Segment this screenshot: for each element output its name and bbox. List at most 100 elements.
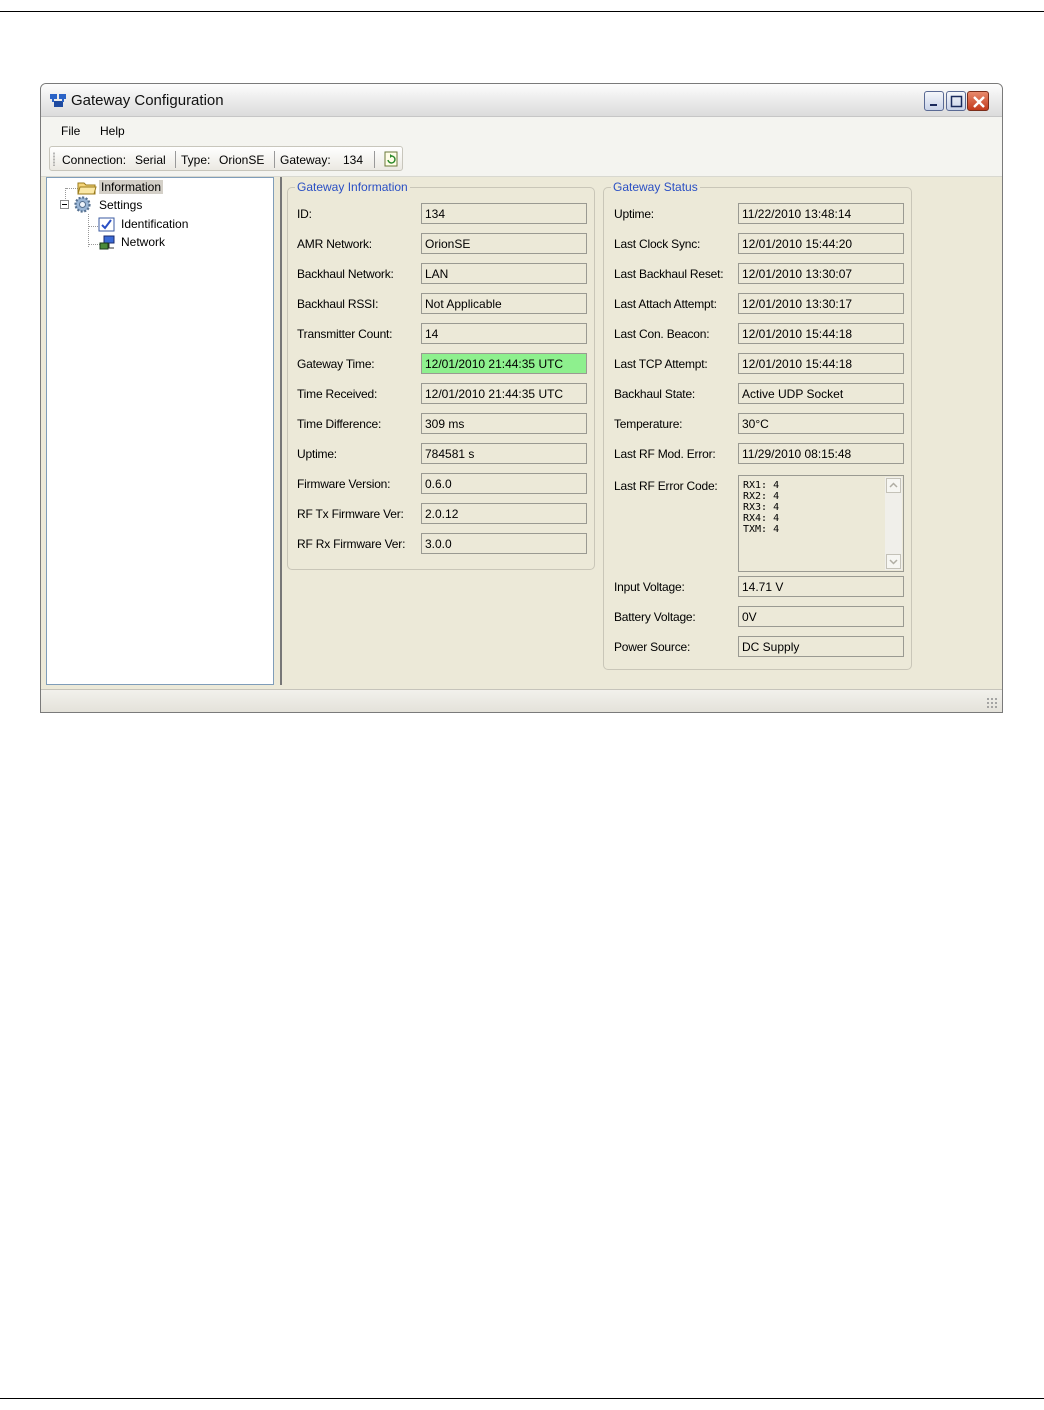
status-row-field[interactable]: 11/22/2010 13:48:14 (738, 203, 904, 224)
info-row-field[interactable]: 12/01/2010 21:44:35 UTC (421, 383, 587, 404)
close-button[interactable] (967, 91, 989, 111)
info-row-label: Backhaul RSSI: (297, 297, 379, 311)
refresh-icon[interactable] (384, 151, 399, 167)
gateway-status-title: Gateway Status (611, 180, 700, 194)
info-row-label: Firmware Version: (297, 477, 391, 491)
toolbar-separator (374, 151, 375, 168)
status-row-label: Backhaul State: (614, 387, 696, 401)
resize-grip-icon[interactable] (986, 697, 998, 709)
status-row-field[interactable]: 12/01/2010 15:44:18 (738, 323, 904, 344)
power-row-field[interactable]: 0V (738, 606, 904, 627)
gateway-information-title: Gateway Information (295, 180, 410, 194)
info-row-field[interactable]: 2.0.12 (421, 503, 587, 524)
power-row-label: Battery Voltage: (614, 610, 696, 624)
tree-item-identification-label: Identification (121, 217, 189, 231)
menu-bar: File Help (41, 117, 1002, 142)
collapse-icon[interactable] (60, 200, 70, 210)
status-row-field[interactable]: 12/01/2010 13:30:17 (738, 293, 904, 314)
page-top-rule (0, 11, 1044, 12)
info-row-label: Backhaul Network: (297, 267, 394, 281)
tree-item-information[interactable]: Information (99, 180, 164, 194)
scroll-down-button[interactable] (886, 554, 901, 569)
close-icon (973, 96, 985, 108)
title-bar[interactable]: Gateway Configuration (41, 84, 1002, 117)
tree-line (88, 214, 89, 247)
info-row-field[interactable]: 784581 s (421, 443, 587, 464)
info-row-label: ID: (297, 207, 312, 221)
info-row-label: Uptime: (297, 447, 337, 461)
status-row-label: Last Clock Sync: (614, 237, 701, 251)
status-row-label: Last Backhaul Reset: (614, 267, 724, 281)
error-code-line: TXM: 4 (743, 524, 780, 535)
tree-item-network[interactable]: Network (121, 235, 165, 249)
status-bar (41, 689, 1002, 712)
info-row-field[interactable]: 3.0.0 (421, 533, 587, 554)
tree-item-information-label: Information (99, 180, 164, 194)
status-row-field[interactable]: 11/29/2010 08:15:48 (738, 443, 904, 464)
connection-value: Serial (135, 153, 166, 167)
info-row-field[interactable]: 0.6.0 (421, 473, 587, 494)
splitter[interactable] (280, 177, 282, 685)
info-row-label: RF Tx Firmware Ver: (297, 507, 404, 521)
info-row-field[interactable]: LAN (421, 263, 587, 284)
gateway-status-group: Gateway Status Uptime: 11/22/2010 13:48:1… (603, 180, 912, 670)
info-row-label: Time Received: (297, 387, 378, 401)
checkbox-icon (98, 217, 115, 232)
gateway-label: Gateway: (280, 153, 331, 167)
status-row-label: Last TCP Attempt: (614, 357, 708, 371)
last-rf-error-code-label: Last RF Error Code: (614, 479, 718, 493)
power-row-field[interactable]: DC Supply (738, 636, 904, 657)
info-row-field[interactable]: OrionSE (421, 233, 587, 254)
chevron-down-icon (889, 559, 898, 565)
status-row-label: Temperature: (614, 417, 683, 431)
page-bottom-rule (0, 1398, 1044, 1399)
status-row-field[interactable]: 30°C (738, 413, 904, 434)
power-row-label: Power Source: (614, 640, 691, 654)
type-label: Type: (181, 153, 211, 167)
status-row-field[interactable]: 12/01/2010 13:30:07 (738, 263, 904, 284)
menu-help[interactable]: Help (100, 124, 125, 138)
gateway-configuration-window: Gateway Configuration File Help Connecti… (40, 83, 1003, 713)
status-row-label: Uptime: (614, 207, 654, 221)
info-row-label: AMR Network: (297, 237, 372, 251)
info-row-label: Transmitter Count: (297, 327, 393, 341)
error-code-line: RX2: 4 (743, 491, 780, 502)
toolbar-grip-icon[interactable] (53, 152, 55, 166)
connection-toolbar: Connection: Serial Type: OrionSE Gateway… (49, 146, 403, 171)
folder-icon (77, 182, 97, 195)
info-row-field[interactable]: 12/01/2010 21:44:35 UTC (421, 353, 587, 374)
info-row-field[interactable]: 309 ms (421, 413, 587, 434)
gateway-information-group: Gateway Information ID: 134 AMR Network: Or… (287, 180, 595, 570)
type-value: OrionSE (219, 153, 265, 167)
network-icon (99, 235, 115, 250)
vertical-scrollbar[interactable] (885, 477, 902, 570)
navigation-tree: Information Settings Identification Netw… (46, 177, 274, 685)
error-code-line: RX3: 4 (743, 502, 780, 513)
error-code-line: RX4: 4 (743, 513, 780, 524)
info-row-label: Time Difference: (297, 417, 382, 431)
info-row-label: RF Rx Firmware Ver: (297, 537, 406, 551)
info-row-field[interactable]: 14 (421, 323, 587, 344)
info-row-field[interactable]: Not Applicable (421, 293, 587, 314)
info-row-field[interactable]: 134 (421, 203, 587, 224)
status-row-field[interactable]: 12/01/2010 15:44:18 (738, 353, 904, 374)
connection-label: Connection: (62, 153, 127, 167)
tree-item-network-label: Network (121, 235, 166, 249)
chevron-up-icon (889, 482, 898, 488)
status-row-field[interactable]: Active UDP Socket (738, 383, 904, 404)
gear-icon (74, 196, 91, 213)
menu-file[interactable]: File (61, 124, 80, 138)
status-row-field[interactable]: 12/01/2010 15:44:20 (738, 233, 904, 254)
tree-item-settings[interactable]: Settings (99, 198, 142, 212)
scroll-up-button[interactable] (886, 478, 901, 493)
minimize-button[interactable] (924, 91, 944, 111)
info-row-label: Gateway Time: (297, 357, 375, 371)
tree-item-settings-label: Settings (99, 198, 143, 212)
window-title: Gateway Configuration (71, 92, 224, 109)
maximize-button[interactable] (946, 91, 966, 111)
power-row-field[interactable]: 14.71 V (738, 576, 904, 597)
toolbar-separator (274, 151, 275, 168)
tree-item-identification[interactable]: Identification (121, 217, 188, 231)
minimize-icon (930, 104, 937, 106)
last-rf-error-code-textbox[interactable]: RX1: 4 RX2: 4 RX3: 4 RX4: 4 TXM: 4 (738, 475, 904, 572)
